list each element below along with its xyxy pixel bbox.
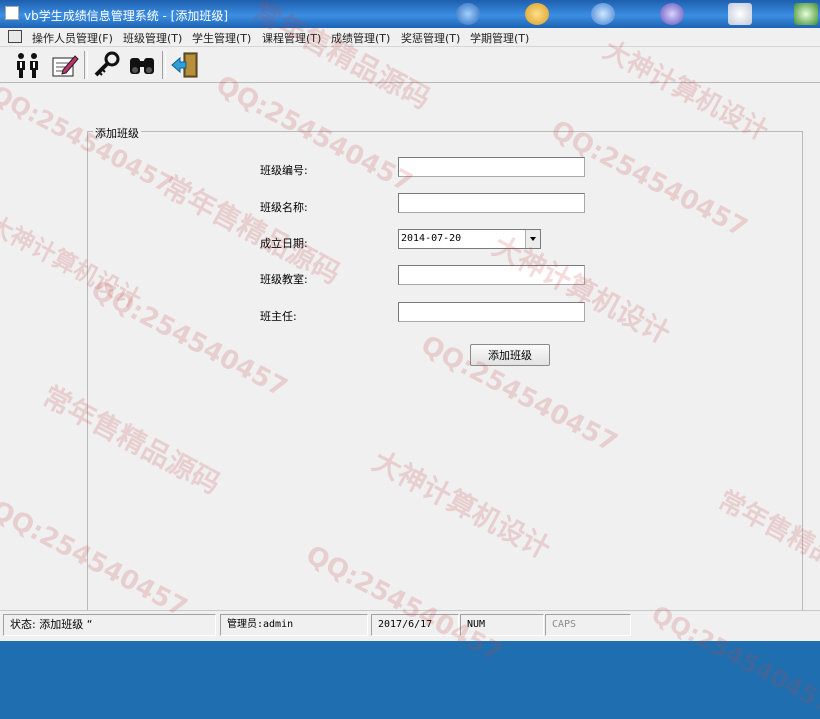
status-num-panel: NUM [460, 614, 544, 636]
toolbar-separator [84, 51, 88, 79]
app-icon [5, 6, 19, 20]
founded-date-value: 2014-07-20 [401, 233, 462, 244]
users-icon [17, 53, 38, 78]
taskbar-app-icon[interactable] [591, 3, 615, 25]
menu-operator-management[interactable]: 操作人员管理(F) [32, 30, 113, 46]
taskbar-app-icon[interactable] [660, 3, 684, 25]
menu-semester-management[interactable]: 学期管理(T) [470, 30, 529, 46]
binoculars-icon [130, 58, 154, 74]
classroom-label: 班级教室: [260, 273, 308, 286]
client-area: 添加班级 班级编号: 班级名称: 成立日期: 2014-07-20 班级教室: … [0, 83, 820, 622]
status-admin-panel: 管理员:admin [220, 614, 368, 636]
menu-grade-management[interactable]: 成绩管理(T) [331, 30, 390, 46]
key-icon [94, 51, 120, 77]
menu-course-management[interactable]: 课程管理(T) [262, 30, 321, 46]
main-window: vb学生成绩信息管理系统 - [添加班级] 操作人员管理(F) 班级管理(T) … [0, 0, 820, 719]
toolbar-separator [162, 51, 166, 79]
status-state-panel: 状态: 添加班级 “ [3, 614, 216, 636]
exit-door-icon [171, 52, 198, 78]
status-date-panel: 2017/6/17 [371, 614, 459, 636]
add-class-button[interactable]: 添加班级 [470, 344, 550, 366]
toolbar [0, 47, 820, 83]
class-name-input[interactable] [398, 193, 585, 213]
head-teacher-input[interactable] [398, 302, 585, 322]
class-id-label: 班级编号: [260, 164, 308, 177]
status-caps-panel: CAPS [545, 614, 631, 636]
status-bar: 状态: 添加班级 “ 管理员:admin 2017/6/17 NUM CAPS [0, 610, 820, 641]
menu-reward-penalty-management[interactable]: 奖惩管理(T) [401, 30, 460, 46]
mdi-child-icon[interactable] [8, 30, 22, 43]
classroom-input[interactable] [398, 265, 585, 285]
taskbar-app-icon[interactable] [456, 3, 480, 25]
taskbar-app-icon[interactable] [794, 3, 818, 25]
toolbar-edit-button[interactable] [49, 50, 79, 80]
title-bar: vb学生成绩信息管理系统 - [添加班级] [0, 0, 820, 28]
dropdown-arrow-icon[interactable] [525, 230, 540, 248]
window-title: vb学生成绩信息管理系统 - [添加班级] [24, 9, 229, 23]
menu-student-management[interactable]: 学生管理(T) [192, 30, 251, 46]
form-frame-title: 添加班级 [93, 125, 141, 141]
menu-bar: 操作人员管理(F) 班级管理(T) 学生管理(T) 课程管理(T) 成绩管理(T… [0, 28, 820, 47]
founded-date-picker[interactable]: 2014-07-20 [398, 229, 541, 249]
toolbar-users-button[interactable] [13, 50, 43, 80]
founded-date-label: 成立日期: [260, 237, 308, 250]
edit-form-icon [52, 55, 79, 77]
toolbar-exit-button[interactable] [170, 50, 200, 80]
toolbar-password-button[interactable] [92, 50, 122, 80]
menu-class-management[interactable]: 班级管理(T) [123, 30, 182, 46]
taskbar-app-icon[interactable] [525, 3, 549, 25]
toolbar-search-button[interactable] [127, 50, 157, 80]
taskbar-app-icon[interactable] [728, 3, 752, 25]
class-id-input[interactable] [398, 157, 585, 177]
class-name-label: 班级名称: [260, 201, 308, 214]
head-teacher-label: 班主任: [260, 310, 297, 323]
